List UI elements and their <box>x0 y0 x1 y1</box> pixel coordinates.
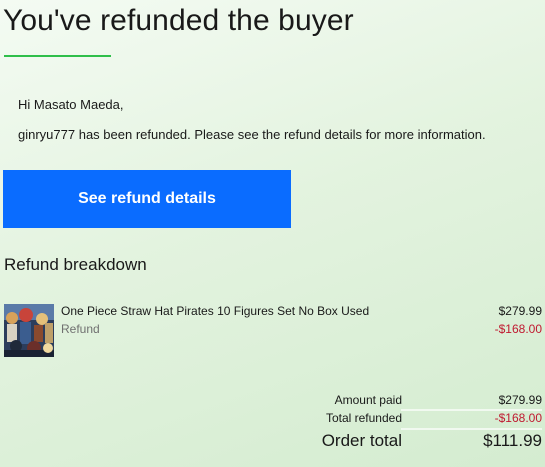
figure-set-photo <box>4 304 54 357</box>
item-title[interactable]: One Piece Straw Hat Pirates 10 Figures S… <box>61 304 369 318</box>
amount-paid-value: $279.99 <box>498 393 542 407</box>
item-refund-amount: -$168.00 <box>494 322 542 336</box>
greeting-text: Hi Masato Maeda, <box>18 97 124 112</box>
amount-paid-label: Amount paid <box>334 393 402 407</box>
page-title: You've refunded the buyer <box>3 4 354 37</box>
order-total-row: Order total $111.99 <box>202 431 542 451</box>
total-refunded-row: Total refunded -$168.00 <box>202 411 542 425</box>
item-refund-label: Refund <box>61 322 100 336</box>
item-price: $279.99 <box>498 304 542 318</box>
item-thumbnail-image[interactable] <box>4 304 54 357</box>
order-total-value: $111.99 <box>483 431 542 450</box>
refund-breakdown-heading: Refund breakdown <box>4 255 147 274</box>
refund-message: ginryu777 has been refunded. Please see … <box>18 127 486 142</box>
total-refunded-label: Total refunded <box>325 411 402 425</box>
amount-paid-row: Amount paid $279.99 <box>202 393 542 407</box>
order-total-label: Order total <box>321 431 402 450</box>
see-refund-details-button[interactable]: See refund details <box>3 170 291 228</box>
title-accent-divider <box>4 55 111 57</box>
summary-divider <box>401 428 542 430</box>
total-refunded-value: -$168.00 <box>494 411 542 425</box>
